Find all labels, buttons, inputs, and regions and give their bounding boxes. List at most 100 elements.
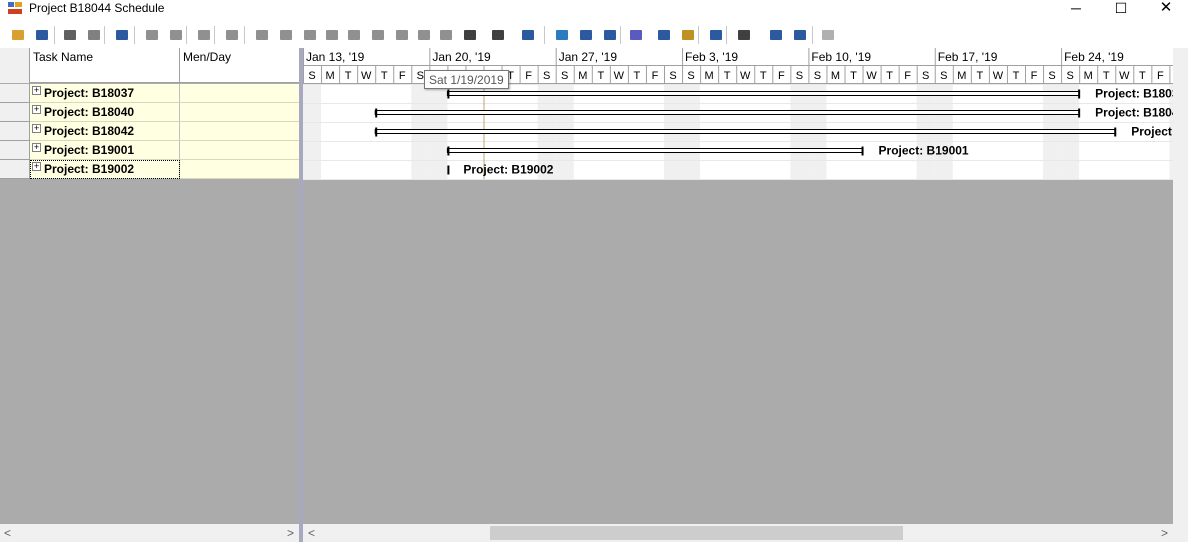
gantt-canvas[interactable]: Jan 13, '19 Jan 20, '19 Jan 27, '19 Feb 3, … xyxy=(303,48,1173,524)
summary-bar-body[interactable] xyxy=(374,110,1080,115)
summary-bar-end-cap[interactable] xyxy=(1114,127,1117,137)
summary-bar-end-cap[interactable] xyxy=(1078,89,1081,99)
task-row[interactable]: + Project: B18037 xyxy=(0,84,300,103)
scrollbar-corner xyxy=(1173,524,1188,542)
row-selector[interactable] xyxy=(0,141,30,160)
highlight-icon[interactable] xyxy=(678,25,698,45)
summary-bar-end-cap[interactable] xyxy=(861,146,864,156)
vertical-scrollbar[interactable] xyxy=(1173,48,1188,524)
task-name-cell[interactable]: + Project: B18037 xyxy=(30,84,180,103)
bar-label[interactable]: Project: B19001 xyxy=(879,144,969,158)
scroll-right-icon[interactable]: > xyxy=(287,526,294,540)
expand-icon[interactable]: + xyxy=(32,162,41,171)
delete-icon[interactable] xyxy=(368,25,388,45)
insert-icon[interactable] xyxy=(344,25,364,45)
summary-bar[interactable]: Project: B19002 xyxy=(447,163,554,177)
row-selector[interactable] xyxy=(0,122,30,141)
print-icon[interactable] xyxy=(818,25,838,45)
resources-icon[interactable] xyxy=(576,25,596,45)
men-day-cell[interactable] xyxy=(180,160,300,179)
summary-bar-start-cap[interactable] xyxy=(447,146,450,156)
baseline-icon[interactable] xyxy=(436,25,456,45)
summary-bar-body[interactable] xyxy=(446,91,1080,96)
expand-icon[interactable]: + xyxy=(32,86,41,95)
day-letter: S xyxy=(922,70,929,82)
task-name-cell[interactable]: + Project: B18040 xyxy=(30,103,180,122)
maximize-button[interactable]: ☐ xyxy=(1099,0,1143,18)
task-row[interactable]: + Project: B18040 xyxy=(0,103,300,122)
font-icon[interactable] xyxy=(222,25,242,45)
goto-icon[interactable] xyxy=(706,25,726,45)
zoom-icon[interactable] xyxy=(734,25,754,45)
gantt-horizontal-scrollbar[interactable]: < > xyxy=(303,524,1173,542)
day-letter: W xyxy=(614,70,625,82)
level-icon[interactable] xyxy=(600,25,620,45)
task-grid: Task Name Men/Day + Project: B18037 + Proj… xyxy=(0,48,300,524)
week-label: Feb 24, '19 xyxy=(1064,50,1124,64)
network-icon[interactable] xyxy=(626,25,646,45)
scrollbar-thumb[interactable] xyxy=(490,526,903,540)
redo-icon[interactable] xyxy=(84,25,104,45)
zoom-fit-icon[interactable] xyxy=(654,25,674,45)
scroll-right-icon[interactable]: > xyxy=(1161,526,1168,540)
task-name-cell[interactable]: + Project: B19001 xyxy=(30,141,180,160)
men-day-cell[interactable] xyxy=(180,122,300,141)
bar-style-icon[interactable] xyxy=(460,25,480,45)
row-selector[interactable] xyxy=(0,103,30,122)
men-day-cell[interactable] xyxy=(180,141,300,160)
day-letter: S xyxy=(561,70,568,82)
grid-horizontal-scrollbar[interactable]: < > xyxy=(0,524,299,542)
summary-bar-start-cap[interactable] xyxy=(375,108,378,118)
summary-bar-start-cap[interactable] xyxy=(447,89,450,99)
undo-icon[interactable] xyxy=(60,25,80,45)
find-icon[interactable] xyxy=(790,25,810,45)
scroll-to-task-icon[interactable] xyxy=(766,25,786,45)
task-row[interactable]: + Project: B19001 xyxy=(0,141,300,160)
scroll-left-icon[interactable]: < xyxy=(4,526,11,540)
move-up-icon[interactable] xyxy=(142,25,162,45)
column-header-task-name[interactable]: Task Name xyxy=(30,48,180,83)
filter-icon[interactable] xyxy=(488,25,508,45)
sort-icon[interactable] xyxy=(518,25,538,45)
men-day-cell[interactable] xyxy=(180,103,300,122)
calendar-icon[interactable] xyxy=(552,25,572,45)
unlink-icon[interactable] xyxy=(276,25,296,45)
summary-bar-body[interactable] xyxy=(374,129,1116,134)
merge-icon[interactable] xyxy=(322,25,342,45)
men-day-cell[interactable] xyxy=(180,84,300,103)
summary-bar-start-cap[interactable] xyxy=(375,127,378,137)
row-selector[interactable] xyxy=(0,84,30,103)
open-icon[interactable] xyxy=(8,25,28,45)
task-row[interactable]: + Project: B18042 xyxy=(0,122,300,141)
row-selector[interactable] xyxy=(0,160,30,179)
move-down-icon[interactable] xyxy=(166,25,186,45)
split-icon[interactable] xyxy=(300,25,320,45)
expand-icon[interactable]: + xyxy=(32,124,41,133)
column-header-men-day[interactable]: Men/Day xyxy=(180,48,300,83)
close-button[interactable]: ✕ xyxy=(1144,0,1188,18)
save-icon[interactable] xyxy=(32,25,52,45)
bar-label[interactable]: Project: B18037 xyxy=(1095,87,1173,101)
select-all-cell[interactable] xyxy=(0,48,30,83)
outdent-icon[interactable] xyxy=(392,25,412,45)
expand-icon[interactable]: + xyxy=(32,105,41,114)
task-name-cell[interactable]: + Project: B18042 xyxy=(30,122,180,141)
gantt-chart[interactable]: Jan 13, '19 Jan 20, '19 Jan 27, '19 Feb 3, … xyxy=(303,48,1173,524)
task-name: Project: B18040 xyxy=(44,105,135,119)
task-row[interactable]: + Project: B19002 xyxy=(0,160,300,179)
week-label: Jan 27, '19 xyxy=(559,50,618,64)
indent-icon[interactable] xyxy=(194,25,214,45)
bar-label[interactable]: Project: B18040 xyxy=(1095,106,1173,120)
link-icon[interactable] xyxy=(252,25,272,45)
summary-bar-end-cap[interactable] xyxy=(1078,108,1081,118)
summary-bar-body[interactable] xyxy=(446,148,864,153)
bar-label[interactable]: Project: B18042 xyxy=(1131,125,1173,139)
bar-label[interactable]: Project: B19002 xyxy=(463,163,553,177)
summary-bar-start-cap[interactable] xyxy=(447,165,450,175)
minimize-button[interactable]: ─ xyxy=(1054,0,1098,18)
indent-more-icon[interactable] xyxy=(414,25,434,45)
scroll-left-icon[interactable]: < xyxy=(308,526,315,540)
task-name-cell[interactable]: + Project: B19002 xyxy=(30,160,180,179)
columns-icon[interactable] xyxy=(112,25,132,45)
expand-icon[interactable]: + xyxy=(32,143,41,152)
